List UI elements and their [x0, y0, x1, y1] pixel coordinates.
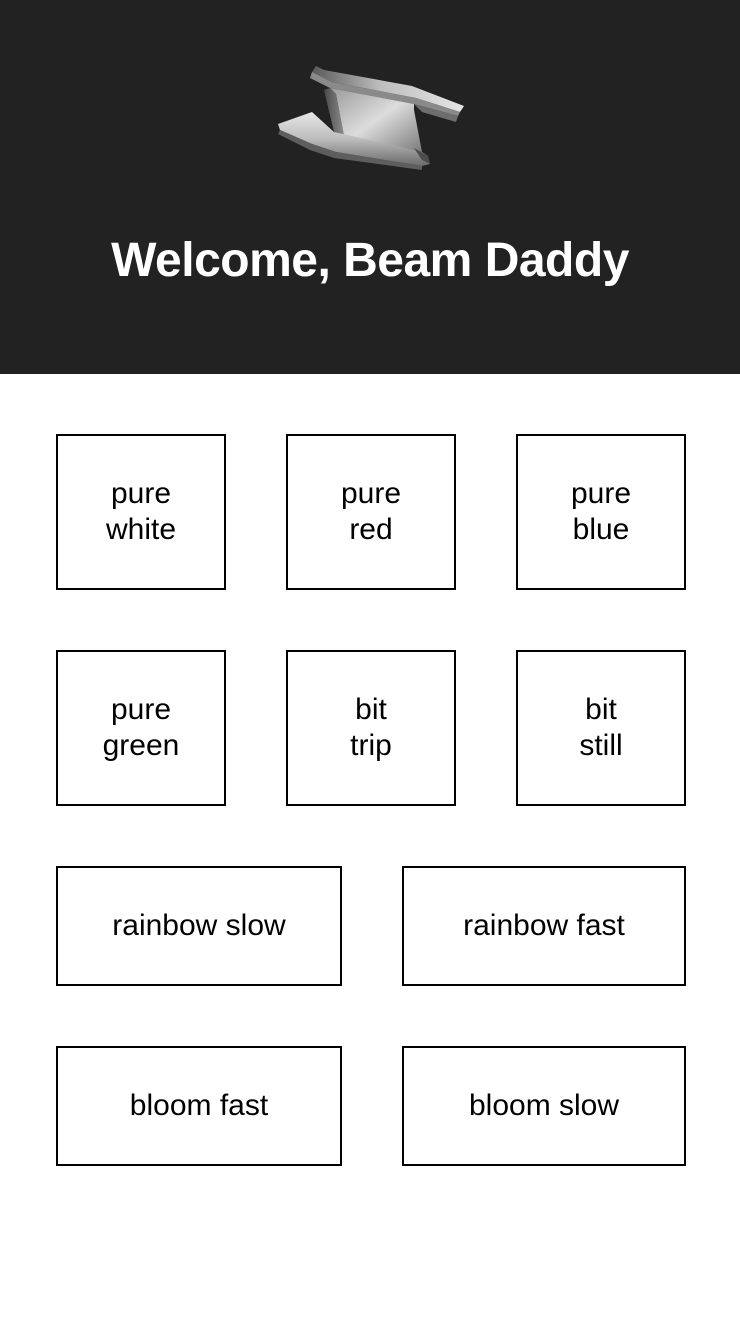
- pure-white-button[interactable]: pure white: [56, 434, 226, 590]
- header: Welcome, Beam Daddy: [0, 0, 740, 374]
- button-label: bit still: [579, 693, 623, 762]
- button-label: bit trip: [350, 693, 392, 762]
- button-label: pure blue: [570, 477, 632, 546]
- page-title: Welcome, Beam Daddy: [111, 234, 629, 287]
- bloom-fast-button[interactable]: bloom fast: [56, 1046, 342, 1166]
- pure-red-button[interactable]: pure red: [286, 434, 456, 590]
- button-label: pure green: [102, 693, 180, 762]
- button-label: rainbow fast: [463, 909, 625, 942]
- bloom-slow-button[interactable]: bloom slow: [402, 1046, 686, 1166]
- bit-still-button[interactable]: bit still: [516, 650, 686, 806]
- button-label: rainbow slow: [112, 909, 286, 942]
- bit-trip-button[interactable]: bit trip: [286, 650, 456, 806]
- button-label: bloom fast: [129, 1089, 269, 1122]
- pure-green-button[interactable]: pure green: [56, 650, 226, 806]
- button-label: pure red: [340, 477, 402, 546]
- steel-i-beam-icon: [278, 66, 464, 170]
- rainbow-slow-button[interactable]: rainbow slow: [56, 866, 342, 986]
- button-label: bloom slow: [468, 1089, 620, 1122]
- rainbow-fast-button[interactable]: rainbow fast: [402, 866, 686, 986]
- pure-blue-button[interactable]: pure blue: [516, 434, 686, 590]
- button-label: pure white: [105, 477, 177, 546]
